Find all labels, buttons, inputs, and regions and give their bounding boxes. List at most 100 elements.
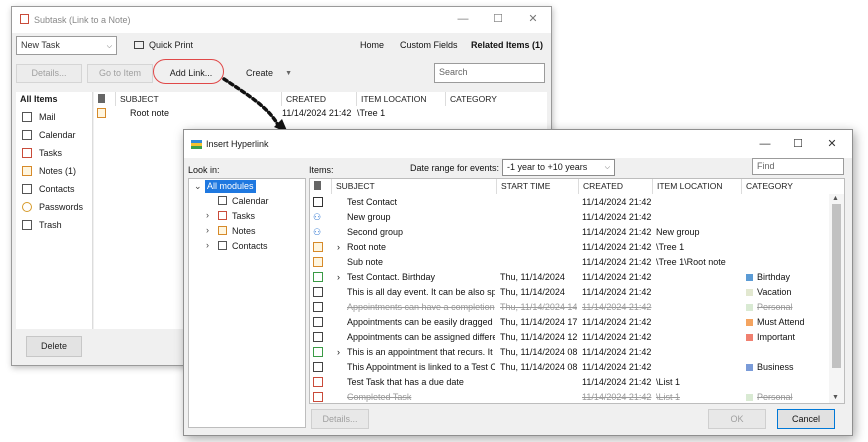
subtask-titlebar: Subtask (Link to a Note) — ☐ ✕ bbox=[12, 7, 551, 33]
list-item[interactable]: This is all day event. It can be also sp… bbox=[310, 285, 830, 300]
chevron-right-icon[interactable]: › bbox=[206, 240, 209, 250]
sidebar-item-all-items[interactable]: All Items bbox=[20, 92, 58, 106]
row-category bbox=[746, 345, 828, 360]
row-created: 11/14/2024 21:42 bbox=[582, 317, 652, 327]
maximize-icon[interactable]: ☐ bbox=[791, 137, 805, 151]
column-header-start-time[interactable]: START TIME bbox=[497, 179, 579, 194]
row-location: New group bbox=[656, 227, 700, 237]
contacts-icon bbox=[22, 184, 32, 194]
list-item[interactable]: This Appointment is linked to a Test C Th… bbox=[310, 360, 830, 375]
column-header-item-location[interactable]: ITEM LOCATION bbox=[653, 179, 742, 194]
task-icon bbox=[20, 14, 29, 24]
minimize-icon[interactable]: — bbox=[456, 12, 470, 26]
list-item[interactable]: ⚇ New group 11/14/2024 21:42 bbox=[310, 210, 830, 225]
tab-related-items[interactable]: Related Items (1) bbox=[471, 40, 543, 50]
tasks-icon bbox=[218, 211, 227, 220]
date-range-select[interactable]: -1 year to +10 years ⌵ bbox=[502, 159, 615, 176]
list-item[interactable]: › Root note 11/14/2024 21:42 \Tree 1 bbox=[310, 240, 830, 255]
sidebar-item-trash[interactable]: Trash bbox=[22, 218, 62, 232]
row-start-time bbox=[500, 390, 577, 403]
category-swatch bbox=[746, 364, 753, 371]
list-item[interactable]: Sub note 11/14/2024 21:42 \Tree 1\Root not… bbox=[310, 255, 830, 270]
details-button[interactable]: Details... bbox=[311, 409, 369, 429]
close-icon[interactable]: ✕ bbox=[825, 137, 839, 151]
table-row[interactable]: Root note 11/14/2024 21:42 \Tree 1 bbox=[94, 106, 547, 121]
row-created: 11/14/2024 21:42 bbox=[582, 227, 652, 237]
vertical-scrollbar[interactable]: ▲ ▼ bbox=[829, 194, 844, 403]
chevron-right-icon[interactable]: › bbox=[206, 225, 209, 235]
row-location: \List 1 bbox=[656, 392, 681, 402]
tree-item-all-modules[interactable]: All modules bbox=[205, 180, 256, 193]
row-start-time: Thu, 11/14/2024 12:3 bbox=[500, 332, 577, 342]
list-item[interactable]: Appointments can be easily dragged a Thu,… bbox=[310, 315, 830, 330]
row-start-time bbox=[500, 375, 577, 390]
row-subject: This is all day event. It can be also sp… bbox=[347, 287, 495, 297]
sidebar-item-calendar[interactable]: Calendar bbox=[22, 128, 76, 142]
delete-button[interactable]: Delete bbox=[26, 336, 82, 357]
search-input[interactable]: Search bbox=[434, 63, 545, 83]
new-task-dropdown[interactable]: New Task ⌵ bbox=[16, 36, 117, 55]
row-created: 11/14/2024 21:42 bbox=[582, 362, 652, 372]
go-to-item-button[interactable]: Go to Item bbox=[87, 64, 153, 83]
column-header-created[interactable]: CREATED bbox=[579, 179, 653, 194]
list-item[interactable]: ⚇ Second group 11/14/2024 21:42 New group bbox=[310, 225, 830, 240]
column-header-category[interactable]: CATEGORY bbox=[446, 92, 547, 106]
list-item[interactable]: Completed Task 11/14/2024 21:42 \List 1 Per… bbox=[310, 390, 830, 403]
tree-item-contacts[interactable]: Contacts bbox=[218, 240, 268, 253]
row-subject: New group bbox=[347, 212, 391, 222]
scrollbar-thumb[interactable] bbox=[832, 204, 841, 368]
row-category: Personal bbox=[746, 390, 828, 403]
list-item[interactable]: Appointments can be assigned differe Thu,… bbox=[310, 330, 830, 345]
tree-item-calendar[interactable]: Calendar bbox=[218, 195, 269, 208]
chevron-right-icon[interactable]: › bbox=[337, 270, 340, 285]
chevron-right-icon[interactable]: › bbox=[206, 210, 209, 220]
scroll-down-icon[interactable]: ▼ bbox=[832, 394, 839, 401]
quick-print-label: Quick Print bbox=[149, 40, 194, 50]
list-item[interactable]: Test Task that has a due date 11/14/2024 … bbox=[310, 375, 830, 390]
document-icon bbox=[310, 179, 332, 194]
list-item[interactable]: › This is an appointment that recurs. It … bbox=[310, 345, 830, 360]
row-created: 11/14/2024 21:42 bbox=[582, 197, 652, 207]
list-item[interactable]: Test Contact 11/14/2024 21:42 bbox=[310, 195, 830, 210]
column-header-item-location[interactable]: ITEM LOCATION bbox=[357, 92, 446, 106]
items-label: Items: bbox=[309, 165, 334, 175]
chevron-right-icon[interactable]: › bbox=[337, 345, 340, 360]
notes-icon bbox=[22, 166, 32, 176]
tab-custom-fields[interactable]: Custom Fields bbox=[400, 40, 458, 50]
cancel-button[interactable]: Cancel bbox=[777, 409, 835, 429]
tab-home[interactable]: Home bbox=[360, 40, 384, 50]
scroll-up-icon[interactable]: ▲ bbox=[832, 195, 839, 202]
quick-print-button[interactable]: Quick Print bbox=[134, 40, 193, 50]
list-item[interactable]: › Test Contact. Birthday Thu, 11/14/2024 11… bbox=[310, 270, 830, 285]
chevron-right-icon[interactable]: › bbox=[337, 240, 340, 255]
category-label: Birthday bbox=[757, 272, 791, 282]
sidebar-item-mail[interactable]: Mail bbox=[22, 110, 56, 124]
dialog-titlebar: Insert Hyperlink — ☐ ✕ bbox=[184, 130, 852, 158]
sidebar-item-passwords[interactable]: Passwords bbox=[22, 200, 83, 214]
dialog-title: Insert Hyperlink bbox=[206, 139, 269, 149]
details-button[interactable]: Details... bbox=[16, 64, 82, 83]
sidebar-item-notes[interactable]: Notes (1) bbox=[22, 164, 76, 178]
tree-item-notes[interactable]: Notes bbox=[218, 225, 256, 238]
chevron-down-icon[interactable]: ⌄ bbox=[194, 181, 202, 192]
column-header-category[interactable]: CATEGORY bbox=[742, 179, 829, 194]
maximize-icon[interactable]: ☐ bbox=[491, 12, 505, 26]
window-title: Subtask (Link to a Note) bbox=[34, 15, 131, 25]
minimize-icon[interactable]: — bbox=[758, 137, 772, 151]
column-header-subject[interactable]: SUBJECT bbox=[332, 179, 497, 194]
row-location bbox=[656, 285, 742, 300]
module-tree: ⌄ All modules Calendar › Tasks › Notes ›… bbox=[188, 178, 306, 428]
add-link-highlight bbox=[153, 59, 224, 84]
sidebar-item-tasks[interactable]: Tasks bbox=[22, 146, 62, 160]
ok-button[interactable]: OK bbox=[708, 409, 766, 429]
close-icon[interactable]: ✕ bbox=[526, 12, 540, 26]
row-created: 11/14/2024 21:42 bbox=[582, 347, 652, 357]
chevron-down-icon: ⌵ bbox=[604, 164, 610, 171]
sidebar-item-contacts[interactable]: Contacts bbox=[22, 182, 75, 196]
find-input[interactable]: Find bbox=[752, 158, 844, 175]
row-start-time: Thu, 11/14/2024 08:3 bbox=[500, 347, 577, 357]
row-subject: Appointments can have a completion bbox=[347, 302, 495, 312]
list-item[interactable]: Appointments can have a completion Thu, 1… bbox=[310, 300, 830, 315]
tree-item-tasks[interactable]: Tasks bbox=[218, 210, 255, 223]
group-icon: ⚇ bbox=[313, 212, 322, 222]
